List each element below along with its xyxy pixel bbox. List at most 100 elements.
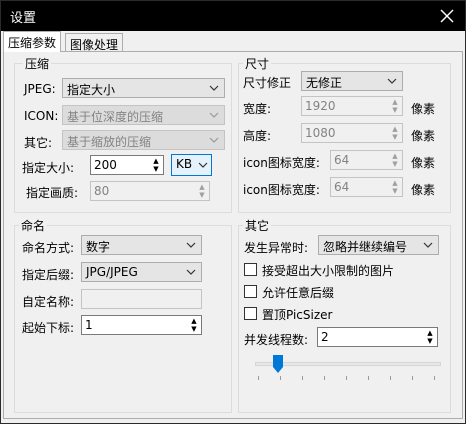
threads-input[interactable]: 2 ▲ ▼ (317, 327, 438, 347)
target-size-label: 指定大小: (22, 161, 75, 175)
height-stepper[interactable]: ▲ ▼ (389, 125, 401, 141)
on-error-label: 发生异常时: (244, 241, 309, 255)
quality-stepper[interactable]: ▲ ▼ (196, 183, 208, 199)
jpeg-label: JPEG: (24, 82, 56, 96)
target-size-stepper[interactable]: ▲ ▼ (150, 157, 162, 173)
height-label: 高度: (243, 129, 272, 143)
height-input[interactable]: 1080 ▲ ▼ (301, 123, 403, 143)
icon-width-value: 64 (334, 153, 350, 167)
icon-height-label: icon图标宽度: (243, 183, 320, 197)
tab-image-processing[interactable]: 图像处理 (65, 33, 124, 52)
chevron-down-icon (186, 242, 196, 248)
width-unit: 像素 (411, 102, 436, 116)
up-arrow-icon[interactable]: ▲ (150, 157, 162, 165)
up-arrow-icon[interactable]: ▲ (389, 98, 401, 106)
chevron-down-icon (423, 242, 433, 248)
target-size-input[interactable]: 200 ▲ ▼ (90, 155, 164, 175)
icon-height-value: 64 (334, 180, 350, 194)
start-index-input[interactable]: 1 ▲ ▼ (81, 315, 202, 335)
tab-bar: 压缩参数 图像处理 (1, 31, 465, 52)
size-unit-value: KB (176, 157, 193, 171)
icon-mode-value: 基于位深度的压缩 (67, 110, 164, 124)
custom-name-label: 自定名称: (22, 295, 75, 309)
width-stepper[interactable]: ▲ ▼ (389, 98, 401, 114)
other-mode-value: 基于缩放的压缩 (67, 135, 152, 149)
down-arrow-icon[interactable]: ▼ (424, 337, 436, 345)
chevron-down-icon (198, 162, 208, 168)
up-arrow-icon[interactable]: ▲ (389, 179, 401, 187)
tab-compression[interactable]: 压缩参数 (3, 31, 62, 52)
suffix-value: JPG/JPEG (86, 265, 138, 279)
slider-tick (368, 376, 369, 380)
start-index-value: 1 (85, 318, 93, 332)
pin-picsizer-checkbox[interactable]: 置顶PicSizer (244, 306, 444, 322)
other-mode-select[interactable]: 基于缩放的压缩 (62, 130, 225, 150)
width-value: 1920 (305, 99, 336, 113)
custom-name-input[interactable] (81, 289, 202, 309)
size-correction-select[interactable]: 无修正 (301, 71, 403, 91)
slider-tick (346, 376, 347, 380)
threads-stepper[interactable]: ▲ ▼ (424, 329, 436, 345)
checkbox-box[interactable] (244, 263, 257, 276)
allow-any-suffix-label: 允许任意后缀 (262, 286, 335, 300)
up-arrow-icon[interactable]: ▲ (196, 183, 208, 191)
up-arrow-icon[interactable]: ▲ (389, 152, 401, 160)
chevron-down-icon (209, 137, 219, 143)
slider-tick (390, 376, 391, 380)
start-index-label: 起始下标: (22, 321, 75, 335)
slider-track[interactable] (255, 362, 441, 366)
naming-group-title: 命名 (19, 217, 48, 234)
up-arrow-icon[interactable]: ▲ (389, 125, 401, 133)
width-input[interactable]: 1920 ▲ ▼ (301, 96, 403, 116)
threads-slider[interactable] (253, 353, 443, 389)
up-arrow-icon[interactable]: ▲ (188, 317, 200, 325)
title-bar: 设置 (1, 1, 465, 31)
down-arrow-icon[interactable]: ▼ (389, 187, 401, 195)
quality-input[interactable]: 80 ▲ ▼ (90, 181, 210, 201)
slider-tick (434, 376, 435, 380)
down-arrow-icon[interactable]: ▼ (389, 106, 401, 114)
jpeg-mode-value: 指定大小 (67, 83, 116, 97)
size-unit-select[interactable]: KB (171, 154, 212, 176)
chevron-down-icon (387, 78, 397, 84)
size-correction-label: 尺寸修正 (243, 76, 292, 90)
suffix-label: 指定后缀: (22, 268, 75, 282)
window-title: 设置 (10, 11, 37, 26)
down-arrow-icon[interactable]: ▼ (196, 191, 208, 199)
start-index-stepper[interactable]: ▲ ▼ (188, 317, 200, 333)
width-label: 宽度: (243, 102, 272, 116)
accept-oversize-checkbox[interactable]: 接受超出大小限制的图片 (244, 262, 444, 278)
down-arrow-icon[interactable]: ▼ (150, 165, 162, 173)
threads-value: 2 (321, 330, 329, 344)
icon-width-label: icon图标宽度: (243, 156, 320, 170)
checkbox-box[interactable] (244, 307, 257, 320)
up-arrow-icon[interactable]: ▲ (424, 329, 436, 337)
on-error-select[interactable]: 忽略并继续编号 (318, 235, 439, 255)
quality-label: 指定画质: (26, 186, 79, 200)
settings-window: 设置 压缩参数 图像处理 压缩 JPEG: 指定大小 ICON: 基于位深度的压… (0, 0, 466, 424)
icon-width-unit: 像素 (411, 156, 436, 170)
close-icon[interactable] (435, 4, 459, 28)
icon-height-input[interactable]: 64 ▲ ▼ (330, 177, 403, 197)
allow-any-suffix-checkbox[interactable]: 允许任意后缀 (244, 284, 444, 300)
on-error-value: 忽略并继续编号 (323, 240, 408, 254)
slider-tick (258, 376, 259, 380)
target-size-value: 200 (94, 158, 117, 172)
slider-thumb[interactable] (272, 355, 283, 373)
jpeg-mode-select[interactable]: 指定大小 (62, 78, 225, 98)
suffix-select[interactable]: JPG/JPEG (81, 262, 202, 282)
naming-mode-select[interactable]: 数字 (81, 235, 202, 255)
icon-width-input[interactable]: 64 ▲ ▼ (330, 150, 403, 170)
down-arrow-icon[interactable]: ▼ (188, 325, 200, 333)
chevron-down-icon (186, 269, 196, 275)
checkbox-box[interactable] (244, 285, 257, 298)
down-arrow-icon[interactable]: ▼ (389, 133, 401, 141)
icon-label: ICON: (24, 109, 59, 123)
naming-mode-label: 命名方式: (22, 241, 75, 255)
dimensions-group-title: 尺寸 (243, 55, 272, 72)
icon-width-stepper[interactable]: ▲ ▼ (389, 152, 401, 168)
down-arrow-icon[interactable]: ▼ (389, 160, 401, 168)
chevron-down-icon (209, 112, 219, 118)
icon-mode-select[interactable]: 基于位深度的压缩 (62, 105, 225, 125)
icon-height-stepper[interactable]: ▲ ▼ (389, 179, 401, 195)
